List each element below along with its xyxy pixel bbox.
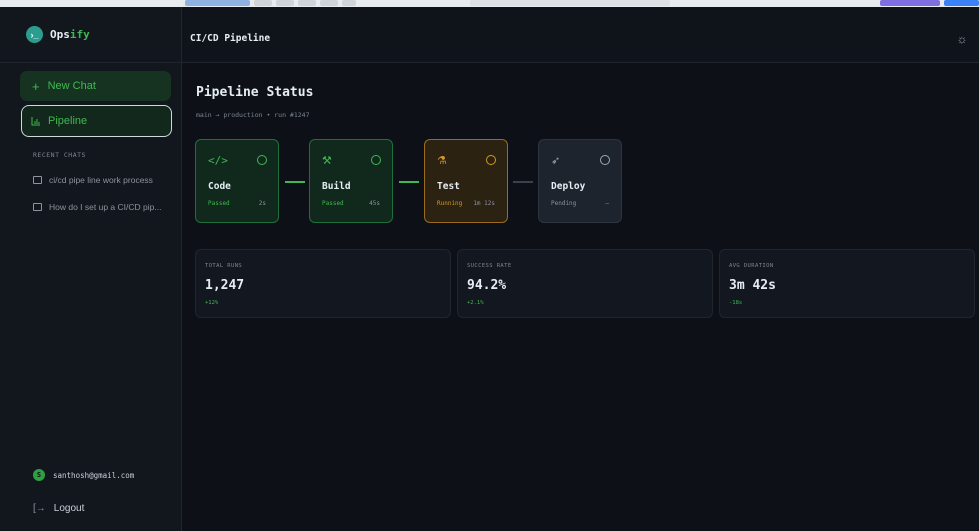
app-name: Opsify (50, 28, 90, 41)
recent-chats-heading: RECENT CHATS (33, 151, 86, 159)
new-chat-button[interactable]: + New Chat (20, 71, 171, 101)
flask-icon: ⚗ (437, 155, 447, 167)
browser-tab-fragment (254, 0, 272, 6)
plus-icon: + (32, 78, 40, 94)
browser-tab-fragment (320, 0, 338, 6)
stage-name: Deploy (551, 181, 586, 192)
hammer-icon: ⚒ (322, 155, 332, 167)
recent-chat-item[interactable]: ci/cd pipe line work process (33, 173, 153, 187)
logout-label: Logout (53, 503, 85, 514)
stage-status: Passed (322, 200, 344, 207)
browser-button-fragment (944, 0, 979, 6)
browser-tab-fragment (298, 0, 316, 6)
check-circle-icon (371, 155, 381, 165)
sidebar-item-pipeline[interactable]: Pipeline (21, 105, 172, 137)
clock-icon (486, 155, 496, 165)
sun-icon[interactable]: ☼ (955, 32, 969, 46)
stat-card-success-rate: SUCCESS RATE 94.2% +2.1% (457, 249, 713, 318)
stat-delta: -18s (729, 300, 743, 306)
stat-label: AVG DURATION (729, 263, 774, 269)
browser-button-fragment (880, 0, 940, 6)
stat-card-avg-duration: AVG DURATION 3m 42s -18s (719, 249, 975, 318)
browser-tab-fragment (185, 0, 250, 6)
user-profile[interactable]: S santhosh@gmail.com (33, 469, 134, 481)
stage-status: Running (437, 200, 463, 207)
stage-card-test[interactable]: ⚗ Test Running 1m 12s (424, 139, 508, 223)
stage-duration: — (605, 200, 609, 207)
stage-duration: 45s (369, 200, 380, 207)
clock-icon (600, 155, 610, 165)
terminal-logo-icon: ›_ (26, 26, 43, 43)
stat-value: 94.2% (467, 278, 507, 293)
pipeline-subtitle: main → production • run #1247 (196, 111, 310, 119)
stat-delta: +12% (205, 300, 219, 306)
stat-label: TOTAL RUNS (205, 263, 243, 269)
recent-chat-title: ci/cd pipe line work process (49, 175, 153, 185)
brand[interactable]: ›_ Opsify (0, 7, 182, 63)
stage-connector (513, 181, 533, 183)
bar-chart-icon (31, 117, 40, 126)
logout-icon: [→ (33, 503, 46, 514)
stage-status: Passed (208, 200, 230, 207)
code-icon: </> (208, 154, 228, 167)
stat-label: SUCCESS RATE (467, 263, 512, 269)
sidebar: ›_ Opsify + New Chat Pipeline RECENT CHA… (0, 7, 182, 531)
stage-duration: 2s (258, 200, 266, 207)
page-title: Pipeline Status (196, 85, 314, 100)
user-email: santhosh@gmail.com (53, 470, 135, 480)
header: CI/CD Pipeline ☼ (182, 7, 979, 63)
chat-bubble-icon (33, 203, 42, 211)
stage-connector (285, 181, 305, 183)
browser-address-fragment (470, 0, 670, 6)
recent-chat-title: How do I set up a CI/CD pip... (49, 202, 162, 212)
browser-top-strip (0, 0, 979, 7)
logout-button[interactable]: [→ Logout (33, 503, 84, 514)
stage-connector (399, 181, 419, 183)
check-circle-icon (257, 155, 267, 165)
recent-chat-item[interactable]: How do I set up a CI/CD pip... (33, 200, 161, 214)
stage-name: Code (208, 181, 231, 192)
chat-bubble-icon (33, 176, 42, 184)
stage-name: Build (322, 181, 351, 192)
stat-value: 3m 42s (729, 278, 776, 293)
browser-tab-fragment (342, 0, 356, 6)
stat-card-total-runs: TOTAL RUNS 1,247 +12% (195, 249, 451, 318)
stat-delta: +2.1% (467, 300, 484, 306)
stage-duration: 1m 12s (473, 200, 495, 207)
stage-card-build[interactable]: ⚒ Build Passed 45s (309, 139, 393, 223)
browser-tab-fragment (276, 0, 294, 6)
sidebar-item-label: Pipeline (48, 115, 88, 127)
rocket-icon: ➶ (551, 155, 561, 167)
stage-name: Test (437, 181, 460, 192)
stage-status: Pending (551, 200, 577, 207)
page-header-title: CI/CD Pipeline (190, 33, 271, 44)
avatar: S (33, 469, 45, 481)
new-chat-label: New Chat (47, 80, 96, 92)
stat-value: 1,247 (205, 278, 245, 293)
stage-card-deploy[interactable]: ➶ Deploy Pending — (538, 139, 622, 223)
stage-card-code[interactable]: </> Code Passed 2s (195, 139, 279, 223)
